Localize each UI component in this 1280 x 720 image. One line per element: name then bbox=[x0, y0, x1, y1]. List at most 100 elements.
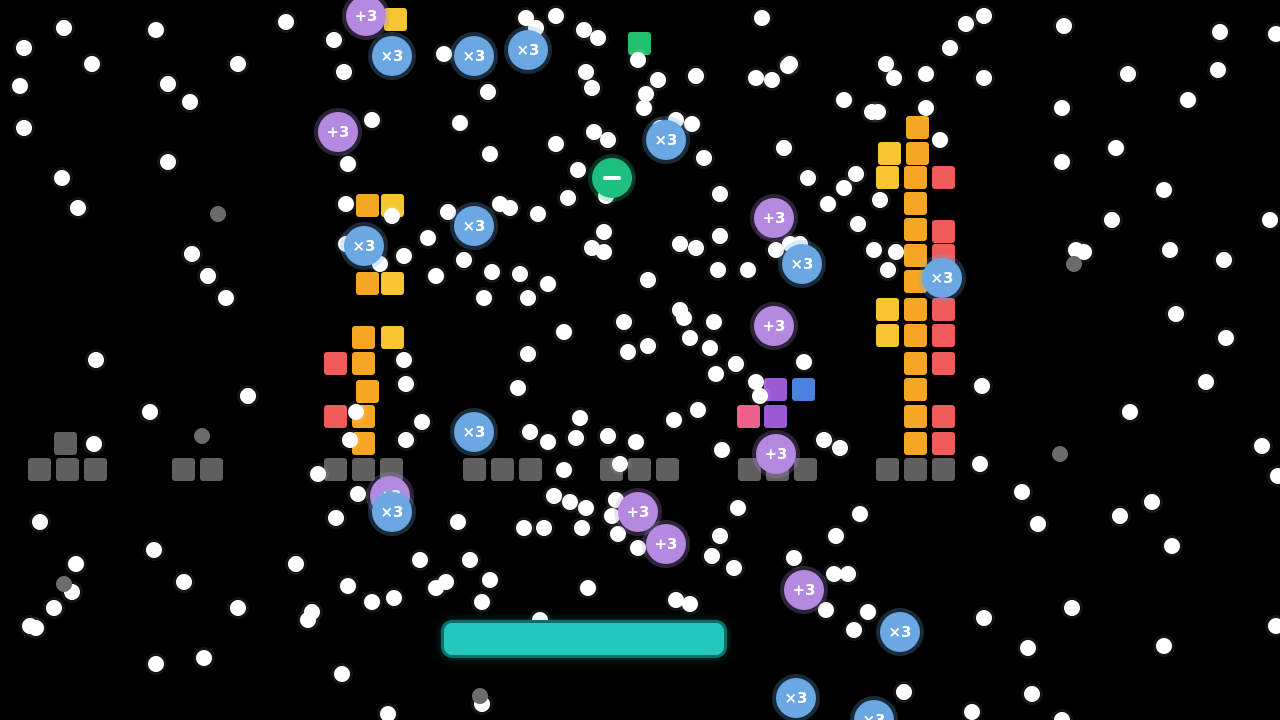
ball bbox=[210, 206, 226, 222]
ball bbox=[748, 70, 764, 86]
brick bbox=[792, 378, 815, 401]
ball bbox=[414, 414, 430, 430]
ball bbox=[436, 46, 452, 62]
ball bbox=[918, 66, 934, 82]
ball bbox=[562, 494, 578, 510]
ball bbox=[1168, 306, 1184, 322]
ball bbox=[1054, 712, 1070, 720]
ball bbox=[878, 56, 894, 72]
ball bbox=[148, 656, 164, 672]
steel-brick bbox=[172, 458, 195, 481]
ball bbox=[334, 666, 350, 682]
ball bbox=[636, 100, 652, 116]
multiply-powerup: ×3 bbox=[880, 612, 920, 652]
brick bbox=[324, 352, 347, 375]
ball bbox=[230, 600, 246, 616]
ball bbox=[46, 600, 62, 616]
steel-brick bbox=[628, 458, 651, 481]
ball bbox=[32, 514, 48, 530]
ball bbox=[412, 552, 428, 568]
ball bbox=[696, 150, 712, 166]
ball bbox=[710, 262, 726, 278]
ball bbox=[714, 442, 730, 458]
ball bbox=[472, 688, 488, 704]
steel-brick bbox=[352, 458, 375, 481]
ball bbox=[728, 356, 744, 372]
ball bbox=[752, 388, 768, 404]
ball bbox=[616, 314, 632, 330]
ball bbox=[1216, 252, 1232, 268]
ball bbox=[474, 594, 490, 610]
ball bbox=[1212, 24, 1228, 40]
add-balls-powerup: +3 bbox=[346, 0, 386, 36]
ball bbox=[726, 560, 742, 576]
ball bbox=[88, 352, 104, 368]
brick bbox=[904, 218, 927, 241]
brick bbox=[906, 116, 929, 139]
ball bbox=[712, 528, 728, 544]
ball bbox=[560, 190, 576, 206]
ball bbox=[396, 248, 412, 264]
ball bbox=[1112, 508, 1128, 524]
ball bbox=[872, 192, 888, 208]
ball bbox=[888, 244, 904, 260]
ball bbox=[548, 136, 564, 152]
ball bbox=[584, 80, 600, 96]
ball bbox=[342, 432, 358, 448]
ball bbox=[540, 276, 556, 292]
ball bbox=[578, 500, 594, 516]
ball bbox=[1156, 638, 1172, 654]
multiply-powerup: ×3 bbox=[646, 120, 686, 160]
ball bbox=[12, 78, 28, 94]
ball bbox=[712, 186, 728, 202]
ball bbox=[338, 196, 354, 212]
brick bbox=[356, 272, 379, 295]
ball bbox=[1064, 600, 1080, 616]
ball bbox=[730, 500, 746, 516]
ball bbox=[1268, 26, 1280, 42]
ball bbox=[630, 540, 646, 556]
ball bbox=[974, 378, 990, 394]
brick bbox=[904, 244, 927, 267]
ball bbox=[70, 200, 86, 216]
ball bbox=[754, 10, 770, 26]
game-stage[interactable]: +3×3×3×3+3×3×3×3+3×3×3+3×3+3+3×3+3+3+3×3… bbox=[0, 0, 1280, 720]
ball bbox=[1164, 538, 1180, 554]
ball bbox=[712, 228, 728, 244]
brick bbox=[932, 405, 955, 428]
ball bbox=[1180, 92, 1196, 108]
ball bbox=[1054, 100, 1070, 116]
ball bbox=[672, 236, 688, 252]
ball bbox=[184, 246, 200, 262]
ball bbox=[536, 520, 552, 536]
add-balls-powerup: +3 bbox=[756, 434, 796, 474]
multiply-powerup: ×3 bbox=[782, 244, 822, 284]
ball bbox=[520, 346, 536, 362]
steel-brick bbox=[904, 458, 927, 481]
ball bbox=[86, 436, 102, 452]
ball bbox=[840, 566, 856, 582]
ball bbox=[440, 204, 456, 220]
brick bbox=[932, 220, 955, 243]
ball bbox=[450, 514, 466, 530]
ball bbox=[650, 72, 666, 88]
multiply-powerup: ×3 bbox=[776, 678, 816, 718]
brick bbox=[932, 166, 955, 189]
ball bbox=[1120, 66, 1136, 82]
ball bbox=[56, 20, 72, 36]
ball bbox=[786, 550, 802, 566]
ball bbox=[480, 84, 496, 100]
ball bbox=[1014, 484, 1030, 500]
ball bbox=[146, 542, 162, 558]
ball bbox=[572, 410, 588, 426]
brick bbox=[904, 298, 927, 321]
ball bbox=[682, 596, 698, 612]
ball bbox=[1162, 242, 1178, 258]
paddle[interactable] bbox=[444, 623, 724, 655]
ball bbox=[852, 506, 868, 522]
ball bbox=[580, 580, 596, 596]
ball bbox=[832, 440, 848, 456]
ball bbox=[462, 552, 478, 568]
brick bbox=[904, 432, 927, 455]
ball bbox=[688, 68, 704, 84]
